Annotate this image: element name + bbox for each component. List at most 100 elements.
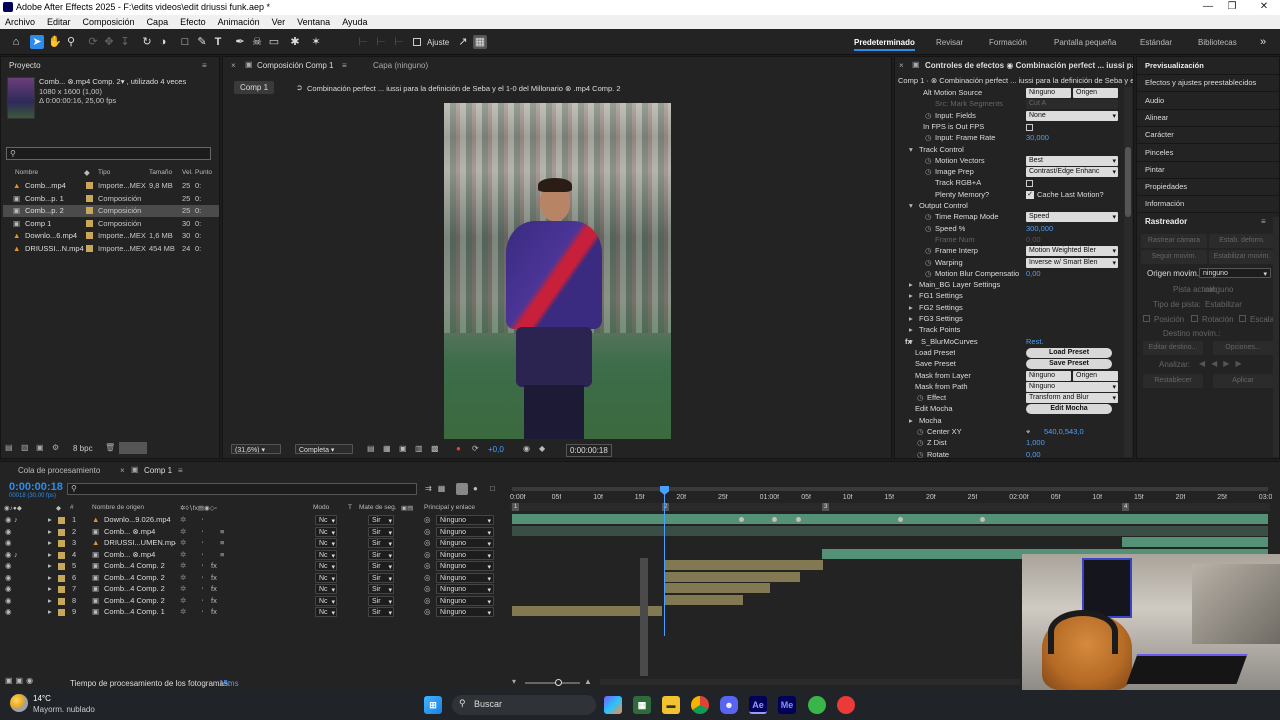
show-snapshot-icon[interactable]: ◆ <box>539 444 545 453</box>
effect-dropdown[interactable]: Motion Weighted Bler ▾ <box>1026 246 1118 257</box>
layer-row[interactable]: ◉ ▸ 7 ▣ Comb...4 Comp. 2 ✲ ∕ fx Nc ▾ Sir ▾ ◎ Ninguno ▾ <box>0 584 510 596</box>
exposure-value[interactable]: +0,0 <box>488 445 504 454</box>
menu-5[interactable]: Animación <box>218 17 260 27</box>
effect-row[interactable]: Load Preset Load Preset <box>895 347 1123 359</box>
layer-dropdown[interactable]: Ninguno <box>1026 88 1071 98</box>
dolly-tool-icon[interactable]: ↧ <box>118 35 132 49</box>
frame-blend-icon[interactable]: ≡ <box>220 527 224 538</box>
workspace-0[interactable]: Predeterminado <box>854 38 915 51</box>
discord-icon[interactable]: ☻ <box>720 696 738 714</box>
pickwhip-icon[interactable]: ◎ <box>424 584 431 595</box>
effect-row[interactable]: ▸ Mocha <box>895 416 1123 427</box>
parent-dropdown[interactable]: Ninguno ▾ <box>436 561 494 571</box>
layer-mode-dropdown[interactable]: Nc ▾ <box>315 584 337 594</box>
fx-switch-icon[interactable]: fx <box>211 573 217 584</box>
layer-row[interactable]: ◉ ♪ ▸ 4 ▣ Comb... ⊗.mp4 ✲ ∕ ≡ Nc ▾ Sir ▾ ◎ Ninguno ▾ <box>0 549 510 562</box>
copilot-icon[interactable] <box>604 696 622 714</box>
effect-row[interactable]: Save Preset Save Preset <box>895 359 1123 370</box>
mask-visibility-icon[interactable]: ▣ <box>399 444 407 453</box>
layer-row[interactable]: ◉ ▸ 6 ▣ Comb...4 Comp. 2 ✲ ∕ fx Nc ▾ Sir ▾ ◎ Ninguno ▾ <box>0 572 510 585</box>
quality-switch-icon[interactable]: ∕ <box>202 584 203 595</box>
frame-blend-icon[interactable]: ≡ <box>220 538 224 549</box>
effect-dropdown[interactable]: Speed ▾ <box>1026 212 1118 223</box>
expand-icon[interactable]: ▸ <box>48 561 52 572</box>
quality-switch-icon[interactable]: ∕ <box>202 561 203 572</box>
shy-switch-icon[interactable]: ✲ <box>180 527 186 538</box>
effect-checkbox[interactable] <box>1026 180 1033 188</box>
stopwatch-icon[interactable]: ◷ <box>917 438 924 449</box>
minimize-icon[interactable]: — <box>1198 1 1218 12</box>
layer-mode-dropdown[interactable]: Nc ▾ <box>315 526 337 537</box>
eye-icon[interactable]: ◉ <box>5 515 12 526</box>
right-panel-item[interactable]: Pintar <box>1145 165 1165 176</box>
fx-switch-icon[interactable]: fx <box>211 607 217 618</box>
project-item[interactable]: ▣ Comb...p. 1 Composición 25 0: <box>3 193 219 205</box>
chrome-icon[interactable] <box>691 696 709 714</box>
effect-dropdown[interactable]: Transform and Blur ▾ <box>1026 393 1118 404</box>
effect-row[interactable]: Alt Motion Source Ninguno Origen <box>895 88 1123 99</box>
label-swatch[interactable] <box>58 551 65 559</box>
effect-dropdown[interactable]: Inverse w/ Smart Blen ▾ <box>1026 257 1118 268</box>
label-swatch[interactable] <box>86 207 93 214</box>
effect-row[interactable]: ▸ Main_BG Layer Settings <box>895 280 1123 291</box>
effect-row[interactable]: ◷ Warping Inverse w/ Smart Blen ▾ <box>895 257 1123 269</box>
layer-duration-bar[interactable] <box>512 514 1268 524</box>
workspace-2[interactable]: Formación <box>989 38 1027 47</box>
effect-row[interactable]: ◷ Motion Blur Compensatio 0,00 <box>895 269 1123 280</box>
comp-breadcrumb-chip[interactable]: Comp 1 <box>234 81 275 94</box>
effect-row[interactable]: ▸ Track Points <box>895 325 1123 336</box>
menu-1[interactable]: Editar <box>47 17 71 27</box>
right-panel-item[interactable]: Efectos y ajustes preestablecidos <box>1145 78 1256 89</box>
fx-switch-icon[interactable]: fx <box>211 596 217 607</box>
label-swatch[interactable] <box>58 517 65 524</box>
label-swatch[interactable] <box>86 182 93 189</box>
project-settings-icon[interactable]: ⚙ <box>52 443 59 452</box>
layer-dropdown[interactable]: Ninguno <box>1026 370 1071 381</box>
workspace-5[interactable]: Bibliotecas <box>1198 38 1237 47</box>
source-dropdown[interactable]: Origen <box>1073 88 1118 98</box>
track-matte-dropdown[interactable]: Sir ▾ <box>368 584 394 594</box>
stabilize-motion-button[interactable]: Estabilizar movim. <box>1209 250 1275 264</box>
layer-mode-dropdown[interactable]: Nc ▾ <box>315 538 337 548</box>
expand-icon[interactable]: ▸ <box>48 538 52 549</box>
close-tab-icon[interactable]: × <box>120 466 125 475</box>
layer-duration-bar[interactable] <box>665 571 800 582</box>
parent-dropdown[interactable]: Ninguno ▾ <box>436 607 494 617</box>
disclosure-icon[interactable]: ▸ <box>909 280 913 291</box>
layer-duration-bar[interactable] <box>512 525 1268 536</box>
stopwatch-icon[interactable]: ◷ <box>925 246 932 257</box>
menu-0[interactable]: Archivo <box>5 17 35 27</box>
right-panel-scrollbar[interactable] <box>1273 217 1279 457</box>
effect-row[interactable]: Src: Mark Segments Cut A <box>895 99 1123 110</box>
pickwhip-icon[interactable]: ◎ <box>424 550 431 561</box>
workspace-more-icon[interactable]: » <box>1256 35 1270 49</box>
parent-dropdown[interactable]: Ninguno ▾ <box>436 515 494 525</box>
shy-switch-icon[interactable]: ✲ <box>180 550 186 561</box>
comp-tab-menu-icon[interactable]: ≡ <box>342 61 347 70</box>
shy-switch-icon[interactable]: ✲ <box>180 538 186 549</box>
effect-row[interactable]: ◷ Input: Fields None ▾ <box>895 110 1123 122</box>
disclosure-icon[interactable]: ▸ <box>909 291 913 302</box>
layer-mode-dropdown[interactable]: Nc ▾ <box>315 595 337 606</box>
panel-menu-icon[interactable]: ≡ <box>202 61 207 70</box>
effect-row[interactable]: ▾ Track Control <box>895 145 1123 156</box>
effect-controls-title[interactable]: Controles de efectos ◉ Combinación perfe… <box>925 61 1133 70</box>
render-queue-tab[interactable]: Cola de procesamiento <box>18 466 100 475</box>
expand-icon[interactable]: ▸ <box>48 596 52 607</box>
zoom-slider[interactable] <box>525 679 580 686</box>
rotation-checkbox[interactable] <box>1191 315 1198 322</box>
label-swatch[interactable] <box>58 609 65 616</box>
interpret-footage-icon[interactable]: ▤ <box>5 443 13 452</box>
effect-value[interactable]: 540,0,543,0 <box>1044 427 1084 438</box>
layer-duration-bar[interactable] <box>1122 537 1268 547</box>
timeline-scrollbar[interactable] <box>600 679 1020 685</box>
timeline-comp-tab[interactable]: Comp 1 <box>144 466 172 475</box>
quality-switch-icon[interactable]: ∕ <box>202 607 203 618</box>
maximize-icon[interactable]: ❐ <box>1222 1 1242 12</box>
eye-icon[interactable]: ◉ <box>5 596 12 607</box>
switch-toggle-icons[interactable]: ⇉▦ <box>425 484 451 493</box>
taskview-icon[interactable]: ▦ <box>633 696 651 714</box>
close-icon[interactable]: ✕ <box>1254 1 1274 12</box>
effects-scrollbar[interactable] <box>1124 87 1132 457</box>
eye-icon[interactable]: ◉ <box>5 561 12 572</box>
